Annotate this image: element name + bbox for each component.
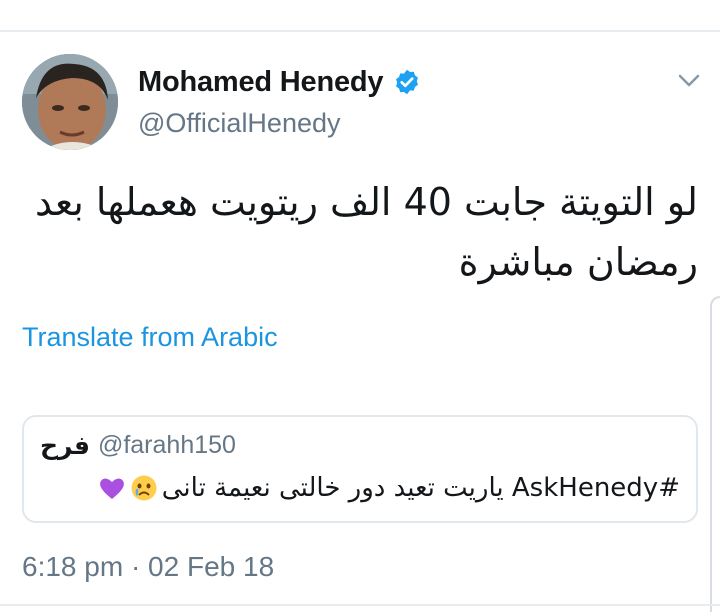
top-divider (0, 30, 720, 32)
crying-face-emoji (130, 474, 158, 502)
tweet-text: لو التويتة جابت 40 الف ريتويت هعملها بعد… (35, 180, 698, 284)
author-display-name[interactable]: Mohamed Henedy (138, 66, 384, 99)
display-name-row: Mohamed Henedy (138, 62, 421, 102)
avatar-photo (22, 54, 118, 150)
quoted-tweet-body: #AskHenedy ياريت تعيد دور خالتى نعيمة تا… (98, 473, 680, 503)
author-header: Mohamed Henedy @OfficialHenedy (138, 62, 421, 139)
tweet-detail-view: Mohamed Henedy @OfficialHenedy لو التويت… (0, 0, 720, 612)
bottom-divider (0, 604, 720, 606)
translate-link[interactable]: Translate from Arabic (22, 322, 278, 353)
tweet-timestamp[interactable]: 6:18 pm · 02 Feb 18 (22, 551, 274, 583)
quoted-tweet-card[interactable]: فرح @farahh150 #AskHenedy ياريت تعيد دور… (22, 415, 698, 523)
quoted-display-name: فرح (40, 431, 90, 460)
scrollbar-edge (710, 296, 720, 612)
purple-heart-emoji (98, 474, 126, 502)
quoted-tweet-text: #AskHenedy ياريت تعيد دور خالتى نعيمة تا… (161, 473, 680, 503)
verified-badge-icon (393, 68, 421, 96)
quoted-handle: @farahh150 (97, 431, 236, 459)
author-avatar[interactable] (22, 54, 118, 150)
author-handle[interactable]: @OfficialHenedy (138, 108, 421, 139)
chevron-down-icon[interactable] (676, 72, 702, 90)
quoted-tweet-header: فرح @farahh150 (40, 431, 236, 460)
